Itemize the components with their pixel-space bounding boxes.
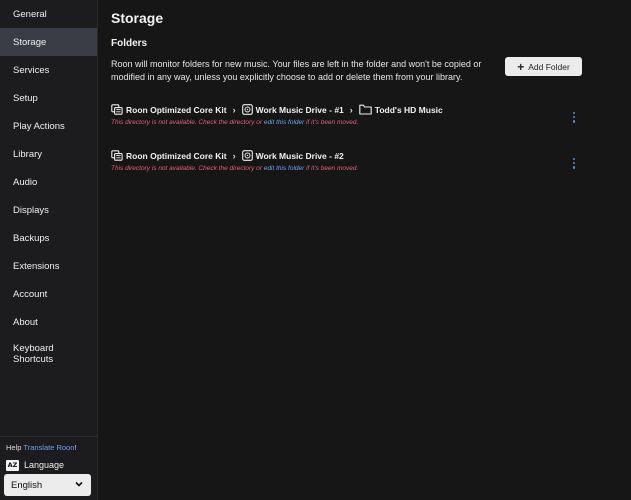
sidebar-item-services[interactable]: Services: [0, 56, 97, 84]
folder-error-message: This directory is not available. Check t…: [111, 165, 358, 172]
edit-folder-link[interactable]: edit this folder: [264, 119, 304, 126]
language-label: Language: [24, 460, 65, 470]
sidebar-item-keyboard-shortcuts[interactable]: Keyboard Shortcuts: [0, 336, 70, 372]
folders-description: Roon will monitor folders for new music.…: [111, 59, 482, 82]
drive-icon: [241, 104, 253, 115]
path-core-label: Roon Optimized Core Kit: [126, 104, 227, 115]
language-row: AZ Language: [6, 459, 64, 471]
add-folder-button[interactable]: + Add Folder: [505, 57, 582, 76]
core-server-icon: [111, 104, 123, 115]
language-icon: AZ: [6, 459, 19, 471]
folder-icon: [359, 104, 372, 115]
path-drive-label: Work Music Drive - #2: [255, 150, 344, 161]
sidebar-footer: Help Translate Roon! AZ Language English: [0, 436, 97, 500]
path-segment-core: Roon Optimized Core Kit: [111, 150, 227, 161]
error-suffix: if it's been moved.: [306, 119, 359, 126]
sidebar-item-extensions[interactable]: Extensions: [0, 252, 97, 280]
section-title: Folders: [111, 38, 148, 49]
main-panel: Storage Folders Roon will monitor folder…: [98, 0, 631, 500]
language-value: English: [11, 479, 43, 491]
edit-folder-link[interactable]: edit this folder: [264, 165, 304, 172]
sidebar-item-library[interactable]: Library: [0, 140, 97, 168]
drive-icon: [241, 150, 253, 161]
add-folder-label: Add Folder: [528, 61, 570, 72]
chevron-right-icon: ›: [349, 104, 353, 115]
sidebar-item-about[interactable]: About: [0, 308, 97, 336]
more-options-icon[interactable]: [569, 156, 579, 172]
sidebar: General Storage Services Setup Play Acti…: [0, 0, 98, 500]
folder-error-message: This directory is not available. Check t…: [111, 119, 358, 126]
folder-path: Roon Optimized Core Kit › Work Music Dri…: [111, 149, 344, 162]
sidebar-item-backups[interactable]: Backups: [0, 224, 97, 252]
error-text: This directory is not available. Check t…: [111, 119, 263, 126]
path-segment-core: Roon Optimized Core Kit: [111, 104, 227, 115]
path-segment-folder: Todd's HD Music: [359, 104, 443, 115]
path-core-label: Roon Optimized Core Kit: [126, 150, 227, 161]
translate-roon-link[interactable]: Translate Roon: [23, 443, 74, 452]
folder-row: Roon Optimized Core Kit › Work Music Dri…: [111, 103, 591, 133]
sidebar-item-general[interactable]: General: [0, 0, 97, 28]
sidebar-item-displays[interactable]: Displays: [0, 196, 97, 224]
chevron-down-icon: [75, 481, 83, 487]
help-prefix: Help: [6, 443, 22, 452]
chevron-right-icon: ›: [232, 150, 236, 161]
error-suffix: if it's been moved.: [306, 165, 359, 172]
path-drive-label: Work Music Drive - #1: [255, 104, 344, 115]
language-select[interactable]: English: [4, 474, 91, 496]
error-text: This directory is not available. Check t…: [111, 165, 263, 172]
path-segment-drive: Work Music Drive - #1: [241, 104, 344, 115]
sidebar-item-play-actions[interactable]: Play Actions: [0, 112, 97, 140]
path-folder-label: Todd's HD Music: [374, 104, 443, 115]
sidebar-item-audio[interactable]: Audio: [0, 168, 97, 196]
folder-row: Roon Optimized Core Kit › Work Music Dri…: [111, 149, 591, 179]
sidebar-item-setup[interactable]: Setup: [0, 84, 97, 112]
folder-path: Roon Optimized Core Kit › Work Music Dri…: [111, 103, 443, 116]
help-line: Help Translate Roon!: [6, 443, 76, 452]
more-options-icon[interactable]: [569, 110, 579, 126]
core-server-icon: [111, 150, 123, 161]
sidebar-item-account[interactable]: Account: [0, 280, 97, 308]
path-segment-drive: Work Music Drive - #2: [241, 150, 344, 161]
plus-icon: +: [517, 59, 525, 74]
page-title: Storage: [111, 10, 164, 26]
help-suffix: !: [74, 443, 77, 452]
sidebar-item-storage[interactable]: Storage: [0, 28, 97, 56]
chevron-right-icon: ›: [232, 104, 236, 115]
